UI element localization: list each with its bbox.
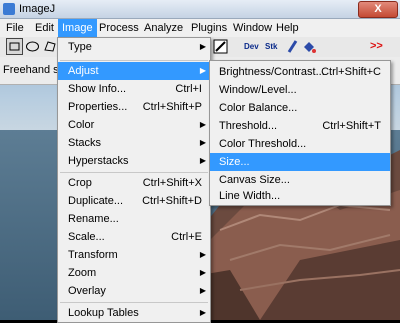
menu-image[interactable]: Image [58,19,97,37]
menu-plugins[interactable]: Plugins [187,19,231,37]
menu-item-duplicate[interactable]: Duplicate... Ctrl+Shift+D [58,192,210,210]
menu-item-show-info[interactable]: Show Info... Ctrl+I [58,80,210,98]
stack-tool-icon[interactable]: Stk [265,38,283,55]
menu-item-rename[interactable]: Rename... [58,210,210,228]
more-tools-button[interactable]: >> [370,38,390,55]
menu-item-line-width[interactable]: Line Width... [210,189,390,203]
submenu-arrow-icon: ▶ [199,286,206,295]
menu-window[interactable]: Window [229,19,276,37]
window-title: ImageJ [19,3,56,15]
menu-separator [60,302,208,303]
menu-file[interactable]: File [2,19,28,37]
menu-item-color[interactable]: Color ▶ [58,116,210,134]
menu-item-properties[interactable]: Properties... Ctrl+Shift+P [58,98,210,116]
submenu-arrow-icon: ▶ [199,42,206,51]
menu-item-threshold[interactable]: Threshold... Ctrl+Shift+T [210,117,390,135]
submenu-arrow-icon: ▶ [199,308,206,317]
menu-item-window-level[interactable]: Window/Level... [210,81,390,99]
menu-analyze[interactable]: Analyze [140,19,187,37]
imagej-app-icon [3,3,15,15]
submenu-arrow-icon: ▶ [199,268,206,277]
title-bar: ImageJ X [0,0,400,19]
submenu-arrow-icon: ▶ [199,66,206,75]
menu-item-overlay[interactable]: Overlay ▶ [58,282,210,300]
menu-bar: File Edit Image Process Analyze Plugins … [0,19,400,38]
menu-item-stacks[interactable]: Stacks ▶ [58,134,210,152]
menu-item-color-threshold[interactable]: Color Threshold... [210,135,390,153]
oval-tool-icon[interactable] [24,38,41,55]
menu-help[interactable]: Help [272,19,303,37]
menu-separator [60,60,208,61]
submenu-arrow-icon: ▶ [199,250,206,259]
menu-item-crop[interactable]: Crop Ctrl+Shift+X [58,174,210,192]
menu-item-color-balance[interactable]: Color Balance... [210,99,390,117]
menu-process[interactable]: Process [95,19,143,37]
menu-item-adjust[interactable]: Adjust ▶ [58,62,210,80]
brush-tool-icon[interactable] [284,38,301,55]
menu-item-lookup-tables[interactable]: Lookup Tables ▶ [58,304,210,322]
dev-tool-icon[interactable]: Dev [244,38,262,55]
rectangle-tool-icon[interactable] [6,38,23,55]
adjust-submenu: Brightness/Contrast... Ctrl+Shift+C Wind… [209,60,391,206]
menu-item-size[interactable]: Size... [210,153,390,171]
menu-item-brightness-contrast[interactable]: Brightness/Contrast... Ctrl+Shift+C [210,63,390,81]
menu-edit[interactable]: Edit [31,19,58,37]
submenu-arrow-icon: ▶ [199,138,206,147]
menu-item-canvas-size[interactable]: Canvas Size... [210,171,390,189]
menu-separator [60,172,208,173]
menu-item-type[interactable]: Type ▶ [58,38,210,56]
submenu-arrow-icon: ▶ [199,120,206,129]
menu-item-scale[interactable]: Scale... Ctrl+E [58,228,210,246]
menu-item-transform[interactable]: Transform ▶ [58,246,210,264]
menu-item-hyperstacks[interactable]: Hyperstacks ▶ [58,152,210,170]
flood-fill-icon[interactable] [300,38,317,55]
color-picker-icon[interactable] [212,38,229,55]
menu-item-zoom[interactable]: Zoom ▶ [58,264,210,282]
close-button[interactable]: X [358,1,398,18]
image-menu-dropdown: Type ▶ Adjust ▶ Show Info... Ctrl+I Prop… [57,37,211,323]
submenu-arrow-icon: ▶ [199,156,206,165]
